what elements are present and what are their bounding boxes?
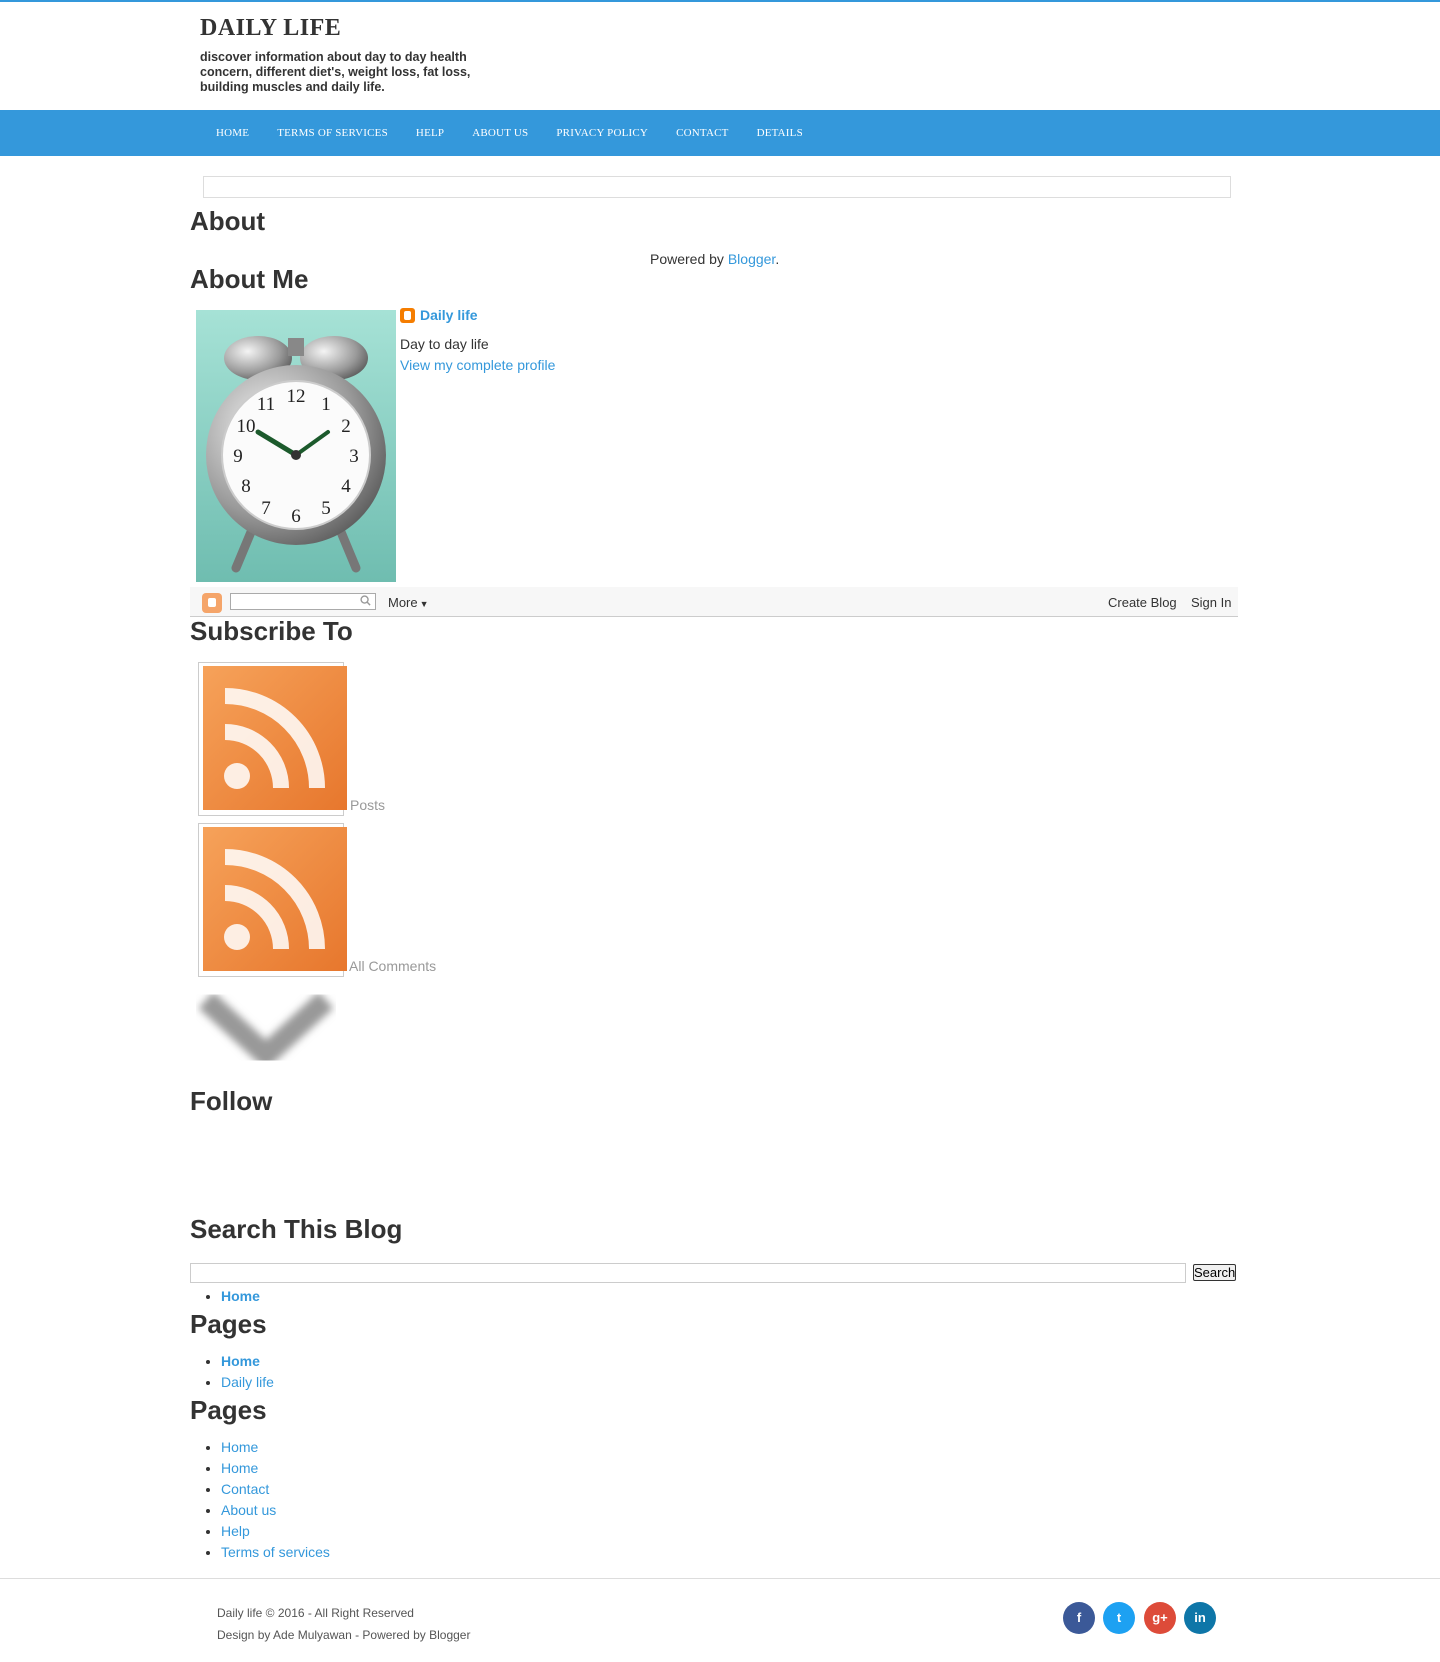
rss-icon xyxy=(203,827,347,971)
rss-icon xyxy=(203,666,347,810)
page-link-daily-life[interactable]: Daily life xyxy=(221,1374,274,1390)
list-item: Home xyxy=(221,1286,260,1307)
main-navigation: HOME TERMS OF SERVICES HELP ABOUT US PRI… xyxy=(0,110,1440,156)
navbar-search-input[interactable] xyxy=(230,593,376,610)
posts-feed-label[interactable]: Posts xyxy=(350,797,385,813)
nav-item-terms-of-services[interactable]: TERMS OF SERVICES xyxy=(263,110,402,156)
svg-text:6: 6 xyxy=(291,506,301,527)
powered-by-prefix: Powered by xyxy=(650,251,728,267)
blogger-navbar: More ▼ Create Blog Sign In xyxy=(190,587,1238,617)
blogger-icon xyxy=(400,307,415,323)
nav-item-details[interactable]: DETAILS xyxy=(743,110,817,156)
page-link-about-us[interactable]: About us xyxy=(221,1502,276,1518)
footer-copyright: Daily life © 2016 - All Right Reserved xyxy=(217,1606,414,1620)
nav-item-home[interactable]: HOME xyxy=(202,110,263,156)
blogger-link[interactable]: Blogger xyxy=(728,251,775,267)
pages-heading-2: Pages xyxy=(190,1395,267,1425)
site-title[interactable]: DAILY LIFE xyxy=(200,15,341,42)
nav-item-about-us[interactable]: ABOUT US xyxy=(458,110,542,156)
search-results-list: Home xyxy=(190,1286,260,1307)
navbar-more-label: More xyxy=(388,595,418,610)
blog-search-input[interactable] xyxy=(190,1263,1186,1283)
facebook-icon[interactable]: f xyxy=(1063,1602,1095,1634)
list-item: Terms of services xyxy=(221,1542,330,1563)
subscribe-heading: Subscribe To xyxy=(190,616,353,646)
svg-text:1: 1 xyxy=(321,394,331,415)
nav-item-contact[interactable]: CONTACT xyxy=(662,110,742,156)
search-list-link-home[interactable]: Home xyxy=(221,1288,260,1304)
pages-list-1: Home Daily life xyxy=(190,1351,274,1393)
header: DAILY LIFE discover information about da… xyxy=(0,2,1440,110)
footer: Daily life © 2016 - All Right Reserved D… xyxy=(0,1578,1440,1662)
follow-heading: Follow xyxy=(190,1086,273,1116)
comments-feed-button[interactable] xyxy=(198,823,347,977)
top-banner-box xyxy=(203,176,1231,198)
twitter-icon[interactable]: t xyxy=(1103,1602,1135,1634)
svg-text:8: 8 xyxy=(241,476,251,497)
nav-item-help[interactable]: HELP xyxy=(402,110,458,156)
page-link-terms-of-services[interactable]: Terms of services xyxy=(221,1544,330,1560)
google-plus-icon[interactable]: g+ xyxy=(1144,1602,1176,1634)
comments-feed-label[interactable]: All Comments xyxy=(349,958,436,974)
search-button[interactable]: Search xyxy=(1193,1264,1236,1281)
caret-down-icon: ▼ xyxy=(419,599,429,609)
about-heading: About xyxy=(190,206,266,236)
page-link-home[interactable]: Home xyxy=(221,1439,258,1455)
svg-text:11: 11 xyxy=(257,394,275,415)
svg-text:2: 2 xyxy=(341,416,351,437)
svg-text:3: 3 xyxy=(349,446,359,467)
svg-text:7: 7 xyxy=(261,498,271,519)
pages-heading-1: Pages xyxy=(190,1309,267,1339)
svg-text:4: 4 xyxy=(341,476,351,497)
page-link-home[interactable]: Home xyxy=(221,1353,260,1369)
powered-by-text: Powered by Blogger. xyxy=(650,251,779,267)
alarm-clock-illustration: 12 12 345 678 91011 xyxy=(196,310,396,582)
pages-list-2: Home Home Contact About us Help Terms of… xyxy=(190,1437,330,1563)
blogger-logo-icon[interactable] xyxy=(202,593,222,613)
linkedin-icon[interactable]: in xyxy=(1184,1602,1216,1634)
page-link-help[interactable]: Help xyxy=(221,1523,250,1539)
profile-description: Day to day life xyxy=(400,336,489,352)
search-blog-heading: Search This Blog xyxy=(190,1214,403,1244)
navbar-more-menu[interactable]: More ▼ xyxy=(388,595,429,610)
list-item: Help xyxy=(221,1521,330,1542)
list-item: Home xyxy=(221,1437,330,1458)
profile-image-alarm-clock[interactable]: 12 1 2 345 678 9 10 11 xyxy=(196,310,396,582)
svg-text:10: 10 xyxy=(237,416,256,437)
search-icon[interactable] xyxy=(360,595,371,606)
rss-glyph xyxy=(224,849,325,950)
footer-credit: Design by Ade Mulyawan - Powered by Blog… xyxy=(217,1628,471,1642)
nav-item-privacy-policy[interactable]: PRIVACY POLICY xyxy=(542,110,662,156)
sign-in-link[interactable]: Sign In xyxy=(1191,595,1231,610)
page-link-contact[interactable]: Contact xyxy=(221,1481,269,1497)
svg-text:9: 9 xyxy=(233,446,243,467)
profile-name-link[interactable]: Daily life xyxy=(420,307,478,323)
powered-by-suffix: . xyxy=(775,251,780,267)
view-profile-link[interactable]: View my complete profile xyxy=(400,357,555,373)
about-me-heading: About Me xyxy=(190,264,309,294)
chevron-down-icon[interactable] xyxy=(196,980,336,1080)
list-item: About us xyxy=(221,1500,330,1521)
page-link-home[interactable]: Home xyxy=(221,1460,258,1476)
list-item: Home xyxy=(221,1351,274,1372)
posts-feed-button[interactable] xyxy=(198,662,347,816)
rss-glyph xyxy=(224,688,325,789)
list-item: Contact xyxy=(221,1479,330,1500)
list-item: Daily life xyxy=(221,1372,274,1393)
create-blog-link[interactable]: Create Blog xyxy=(1108,595,1177,610)
profile-name-row: Daily life xyxy=(400,307,478,323)
svg-text:5: 5 xyxy=(321,498,331,519)
list-item: Home xyxy=(221,1458,330,1479)
site-description: discover information about day to day he… xyxy=(200,50,471,94)
svg-text:12: 12 xyxy=(287,386,306,407)
